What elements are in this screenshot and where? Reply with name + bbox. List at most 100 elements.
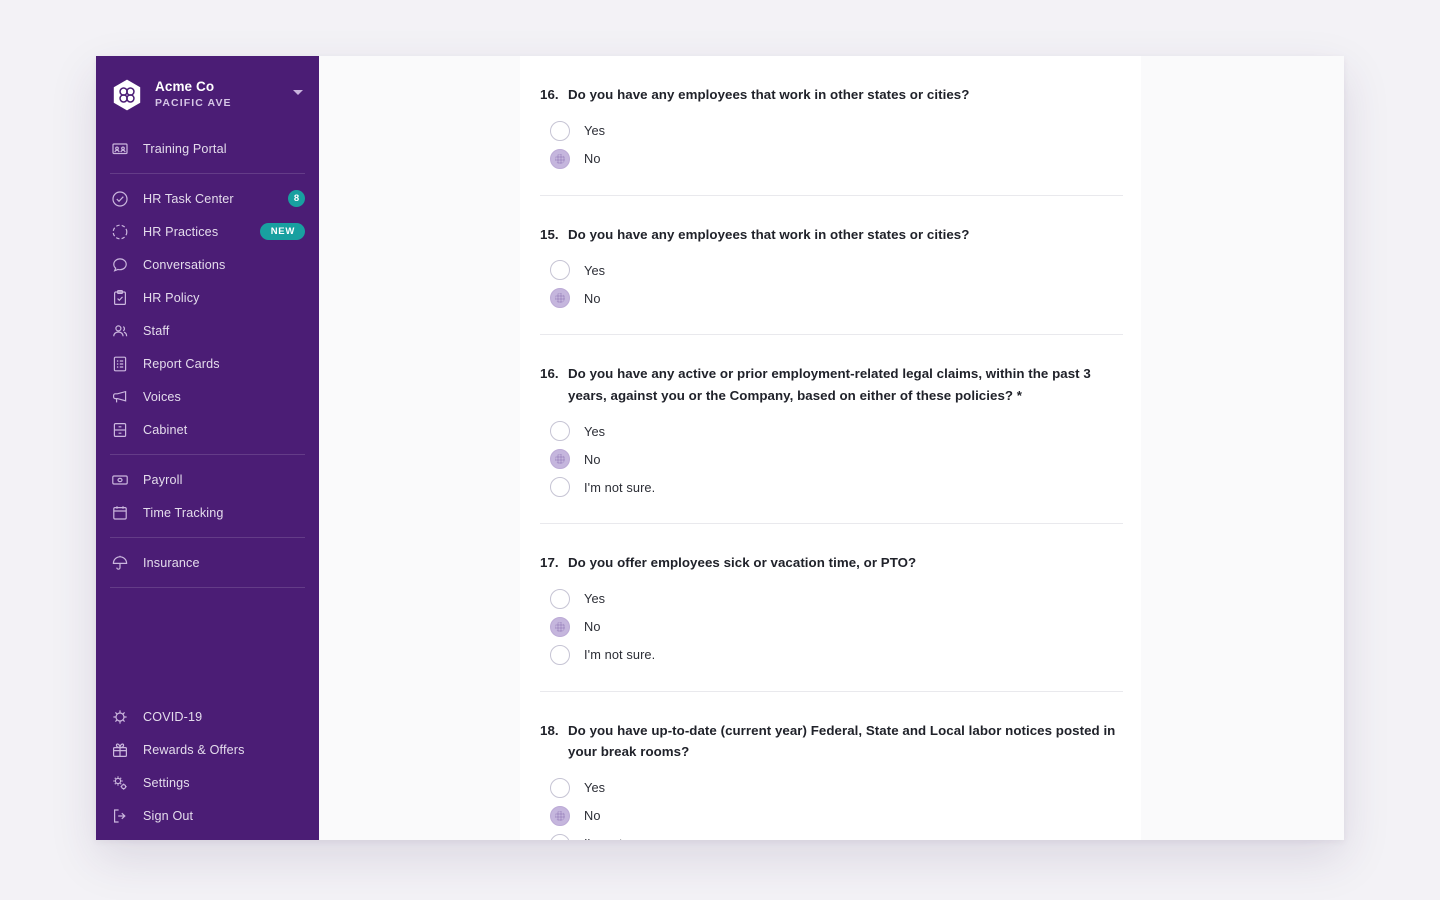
- sidebar-divider: [110, 537, 305, 538]
- radio-option[interactable]: No: [540, 613, 1123, 641]
- radio-button-selected[interactable]: [550, 288, 570, 309]
- file-cabinet-icon: [110, 420, 129, 439]
- calendar-icon: [110, 503, 129, 522]
- radio-option-label: I'm not sure.: [584, 479, 656, 495]
- brand-switcher[interactable]: Acme Co PACIFIC AVE: [96, 56, 319, 132]
- question-number: 16.: [540, 366, 559, 382]
- question-block: 15. Do you have any employees that work …: [540, 196, 1123, 336]
- status-badge-new: NEW: [259, 223, 305, 240]
- sidebar-item-label: HR Practices: [143, 224, 219, 239]
- radio-option[interactable]: Yes: [540, 417, 1123, 445]
- question-text: Do you have any employees that work in o…: [568, 87, 970, 102]
- chevron-down-icon[interactable]: [293, 90, 303, 95]
- radio-option[interactable]: No: [540, 802, 1123, 830]
- radio-button[interactable]: [550, 477, 570, 498]
- radio-option[interactable]: I'm not sure.: [540, 641, 1123, 669]
- radio-option-label: Yes: [584, 262, 606, 278]
- sidebar-item-label: Insurance: [143, 555, 200, 570]
- nav-group-training: Training Portal: [96, 132, 319, 165]
- sidebar-item-payroll[interactable]: Payroll: [110, 463, 305, 496]
- radio-option-label: Yes: [584, 423, 606, 439]
- question-text: Do you have any active or prior employme…: [568, 366, 1091, 403]
- question-text: Do you offer employees sick or vacation …: [568, 555, 917, 571]
- sidebar-item-staff[interactable]: Staff: [110, 314, 305, 347]
- radio-button[interactable]: [550, 260, 570, 281]
- sidebar-item-label: Voices: [143, 389, 182, 404]
- training-portal-icon: [110, 139, 129, 158]
- radio-button[interactable]: [550, 120, 570, 141]
- question-heading: 18. Do you have up-to-date (current year…: [540, 720, 1123, 763]
- clipboard-check-icon: [110, 288, 129, 307]
- radio-option-label: No: [584, 151, 601, 167]
- question-block: 17. Do you offer employees sick or vacat…: [540, 524, 1123, 692]
- question-number: 17.: [540, 555, 559, 571]
- radio-option-label: No: [584, 451, 601, 467]
- sidebar-item-settings[interactable]: Settings: [110, 766, 305, 799]
- radio-option[interactable]: Yes: [540, 117, 1123, 145]
- umbrella-icon: [110, 553, 129, 572]
- sidebar-item-conversations[interactable]: Conversations: [110, 248, 305, 281]
- sidebar-item-rewards-offers[interactable]: Rewards & Offers: [110, 733, 305, 766]
- question-block: 16. Do you have any active or prior empl…: [540, 335, 1123, 525]
- sidebar-item-hr-practices[interactable]: HR Practices NEW: [110, 215, 305, 248]
- radio-button[interactable]: [550, 833, 570, 840]
- question-number: 18.: [540, 722, 559, 738]
- banknote-icon: [110, 470, 129, 489]
- sidebar-item-label: Rewards & Offers: [143, 742, 245, 757]
- radio-option[interactable]: Yes: [540, 774, 1123, 802]
- sidebar-item-voices[interactable]: Voices: [110, 380, 305, 413]
- radio-group: Yes No: [540, 256, 1123, 312]
- radio-option-label: No: [584, 290, 601, 306]
- radio-option-label: No: [584, 619, 601, 635]
- sidebar-item-label: Conversations: [143, 257, 226, 272]
- question-number: 15.: [540, 226, 559, 242]
- sidebar-item-time-tracking[interactable]: Time Tracking: [110, 496, 305, 529]
- radio-option[interactable]: Yes: [540, 256, 1123, 284]
- radio-option[interactable]: No: [540, 145, 1123, 173]
- radio-button-selected[interactable]: [550, 805, 570, 826]
- sidebar-item-label: Report Cards: [143, 356, 220, 371]
- sign-out-icon: [110, 806, 129, 825]
- radio-button-selected[interactable]: [550, 449, 570, 470]
- sidebar-divider: [110, 173, 305, 174]
- sidebar-item-hr-task-center[interactable]: HR Task Center 8: [110, 182, 305, 215]
- question-block: 18. Do you have up-to-date (current year…: [540, 692, 1123, 840]
- sidebar-item-label: Cabinet: [143, 422, 188, 437]
- sidebar-item-sign-out[interactable]: Sign Out: [110, 799, 305, 832]
- sidebar-item-label: Staff: [143, 323, 170, 338]
- radio-option[interactable]: No: [540, 445, 1123, 473]
- sidebar-item-hr-policy[interactable]: HR Policy: [110, 281, 305, 314]
- clover-hexagon-logo: [110, 78, 144, 112]
- sidebar-item-covid-19[interactable]: COVID-19: [110, 700, 305, 733]
- radio-group: Yes No I'm not sure.: [540, 417, 1123, 501]
- sidebar-item-cabinet[interactable]: Cabinet: [110, 413, 305, 446]
- sidebar-item-insurance[interactable]: Insurance: [110, 546, 305, 579]
- radio-button[interactable]: [550, 421, 570, 442]
- radio-option-label: Yes: [584, 780, 606, 796]
- radio-button-selected[interactable]: [550, 148, 570, 169]
- radio-button-selected[interactable]: [550, 616, 570, 637]
- question-text: Do you have up-to-date (current year) Fe…: [568, 722, 1116, 760]
- radio-option-label: Yes: [584, 591, 606, 607]
- radio-option-label: Yes: [584, 123, 606, 139]
- radio-option[interactable]: No: [540, 284, 1123, 312]
- sidebar-item-label: HR Policy: [143, 290, 200, 305]
- nav-group-utility: COVID-19 Rewards & Offers Settings Sign …: [96, 700, 319, 832]
- sidebar-item-training-portal[interactable]: Training Portal: [110, 132, 305, 165]
- radio-group: Yes No I'm not sure.: [540, 585, 1123, 669]
- sidebar-item-label: Time Tracking: [143, 505, 224, 520]
- sidebar-item-report-cards[interactable]: Report Cards: [110, 347, 305, 380]
- radio-button[interactable]: [550, 777, 570, 798]
- radio-option-label: I'm not sure.: [584, 647, 656, 663]
- radio-button[interactable]: [550, 644, 570, 665]
- question-heading: 15. Do you have any employees that work …: [540, 224, 1123, 246]
- brand-name: Acme Co: [155, 79, 215, 95]
- sidebar-item-label: COVID-19: [143, 709, 203, 724]
- radio-option[interactable]: I'm not sure.: [540, 473, 1123, 501]
- radio-option[interactable]: Yes: [540, 585, 1123, 613]
- question-text: Do you have any employees that work in o…: [568, 226, 970, 242]
- radio-button[interactable]: [550, 588, 570, 609]
- sidebar-divider: [110, 587, 305, 588]
- brand-location: PACIFIC AVE: [155, 97, 232, 110]
- radio-option[interactable]: I'm not sure.: [540, 830, 1123, 840]
